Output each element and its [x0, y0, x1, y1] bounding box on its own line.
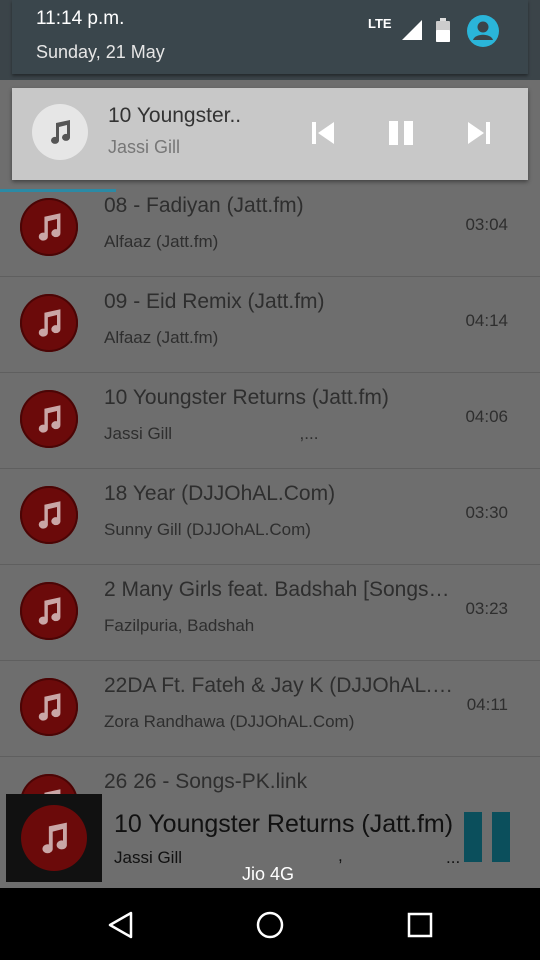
- battery-icon: [436, 18, 450, 42]
- music-notification[interactable]: 10 Youngster.. Jassi Gill: [12, 88, 528, 180]
- list-item[interactable]: 09 - Eid Remix (Jatt.fm) Alfaaz (Jatt.fm…: [0, 276, 540, 373]
- previous-icon: [312, 122, 334, 144]
- carrier-label: Jio 4G: [242, 864, 295, 884]
- next-button[interactable]: [462, 116, 496, 150]
- pause-icon: [389, 121, 413, 145]
- account-icon[interactable]: [466, 14, 500, 48]
- recents-icon: [407, 912, 433, 938]
- song-duration: 03:30: [465, 503, 508, 522]
- status-time: 11:14 p.m.: [36, 8, 125, 29]
- list-item[interactable]: 08 - Fadiyan (Jatt.fm) Alfaaz (Jatt.fm) …: [0, 192, 540, 277]
- now-playing-artist: Jassi Gill: [114, 848, 183, 867]
- album-art-icon: [20, 198, 78, 256]
- album-art-icon: [20, 678, 78, 736]
- song-duration: 04:11: [466, 695, 508, 714]
- previous-button[interactable]: [306, 116, 340, 150]
- now-playing-title: 10 Youngster Returns (Jatt.fm): [114, 810, 454, 838]
- list-item[interactable]: 22DA Ft. Fateh & Jay K (DJJOhAL.Com) Zor…: [0, 660, 540, 757]
- song-artist: Zora Randhawa (DJJOhAL.Com): [104, 712, 355, 731]
- song-duration: 04:06: [465, 407, 508, 426]
- home-button[interactable]: [253, 908, 287, 942]
- next-icon: [468, 122, 490, 144]
- now-playing-ellipsis: ...: [446, 848, 461, 867]
- song-title: 22DA Ft. Fateh & Jay K (DJJOhAL.Com): [104, 674, 454, 697]
- song-artist: Sunny Gill (DJJOhAL.Com): [104, 520, 311, 539]
- album-art-icon: [20, 390, 78, 448]
- network-type: LTE: [368, 16, 392, 31]
- song-title: 08 - Fadiyan (Jatt.fm): [104, 194, 304, 217]
- music-note-icon: [32, 104, 88, 160]
- navigation-bar: [0, 888, 540, 960]
- list-item[interactable]: 10 Youngster Returns (Jatt.fm) Jassi Gil…: [0, 372, 540, 469]
- album-art-icon: [20, 486, 78, 544]
- song-title: 2 Many Girls feat. Badshah [Songs.PK]: [104, 578, 454, 601]
- song-title: 09 - Eid Remix (Jatt.fm): [104, 290, 325, 313]
- list-item[interactable]: 18 Year (DJJOhAL.Com) Sunny Gill (DJJOhA…: [0, 468, 540, 565]
- now-playing-art: [6, 794, 102, 882]
- recents-button[interactable]: [403, 908, 437, 942]
- notification-shade-header: 11:14 p.m. Sunday, 21 May LTE: [0, 0, 540, 80]
- song-list[interactable]: 08 - Fadiyan (Jatt.fm) Alfaaz (Jatt.fm) …: [0, 192, 540, 794]
- song-artist: Alfaaz (Jatt.fm): [104, 328, 219, 347]
- song-title: 18 Year (DJJOhAL.Com): [104, 482, 336, 505]
- signal-icon: [402, 20, 422, 40]
- list-item[interactable]: 26 26 - Songs-PK.link: [0, 756, 540, 794]
- song-title: 10 Youngster Returns (Jatt.fm): [104, 386, 389, 409]
- album-art-icon: [20, 294, 78, 352]
- song-duration: 03:04: [465, 215, 508, 234]
- song-artist: Alfaaz (Jatt.fm): [104, 232, 219, 251]
- notification-artist: Jassi Gill: [108, 137, 181, 157]
- list-item[interactable]: 2 Many Girls feat. Badshah [Songs.PK] Fa…: [0, 564, 540, 661]
- song-duration: 03:23: [465, 599, 508, 618]
- status-date: Sunday, 21 May: [36, 42, 165, 62]
- back-icon: [108, 911, 133, 939]
- now-playing-separator: ,: [338, 846, 343, 865]
- song-artist: Fazilpuria, Badshah: [104, 616, 255, 635]
- pause-button[interactable]: [384, 116, 418, 150]
- song-artist: Jassi Gill ,...: [104, 424, 319, 443]
- song-duration: 04:14: [465, 311, 508, 330]
- home-icon: [256, 911, 284, 939]
- album-art-icon: [20, 774, 78, 794]
- music-note-icon: [21, 805, 87, 871]
- back-button[interactable]: [104, 908, 138, 942]
- song-title: 26 26 - Songs-PK.link: [104, 770, 308, 793]
- album-art-icon: [20, 582, 78, 640]
- notification-song-title: 10 Youngster..: [108, 104, 242, 127]
- pause-button[interactable]: [464, 812, 514, 862]
